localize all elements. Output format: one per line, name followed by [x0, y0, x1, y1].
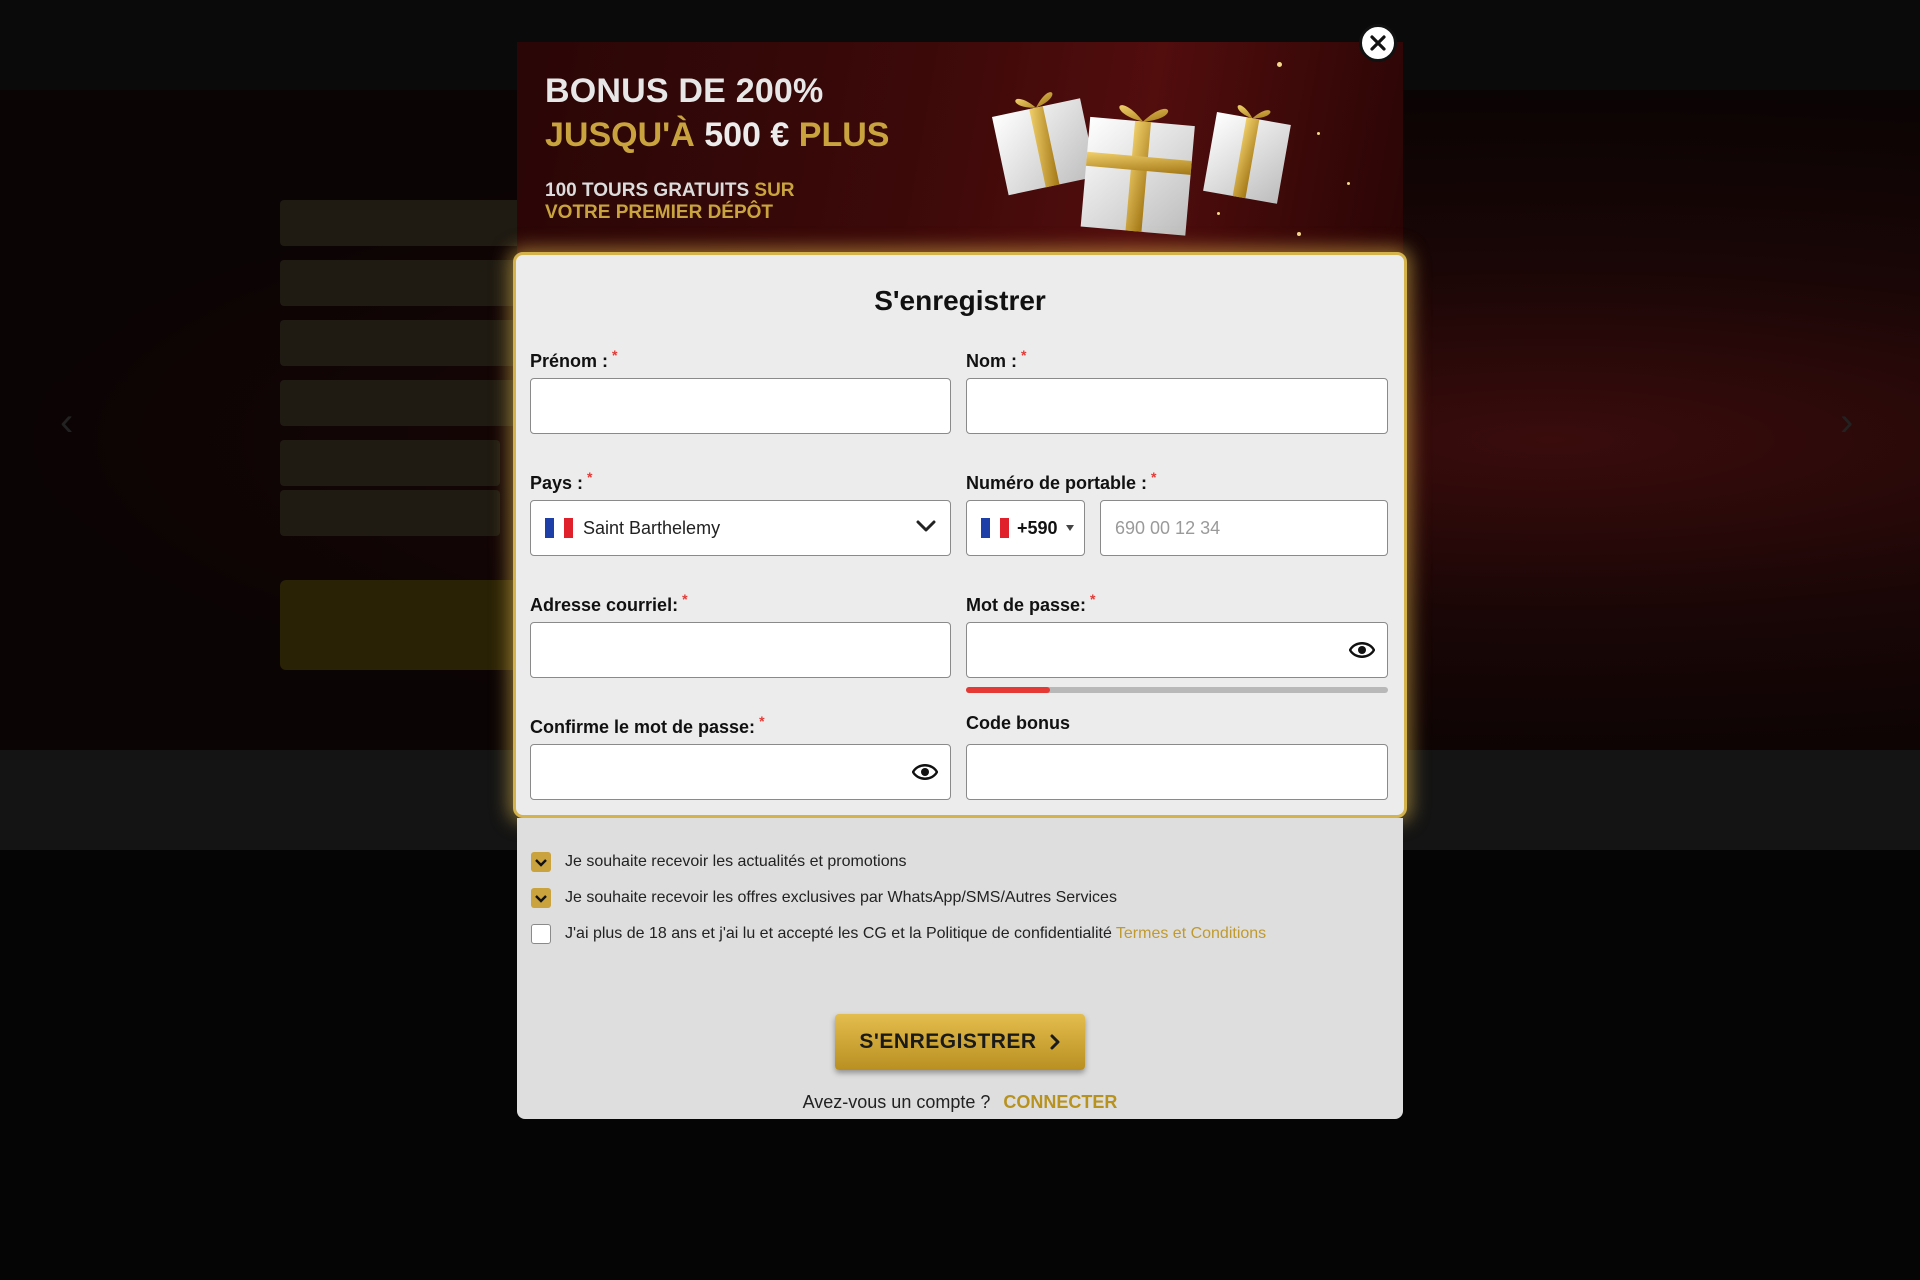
- required-mark: *: [1090, 591, 1096, 607]
- check-icon: [535, 859, 547, 867]
- banner-subline: 100 TOURS GRATUITS SUR: [545, 180, 795, 202]
- form-footer: Je souhaite recevoir les actualités et p…: [517, 818, 1403, 1119]
- phone-label: Numéro de portable : *: [966, 469, 1156, 494]
- label-text: Pays :: [530, 473, 584, 493]
- confirm-password-input[interactable]: [530, 744, 951, 800]
- background-text-line: [280, 320, 520, 366]
- email-label: Adresse courriel: *: [530, 591, 688, 616]
- banner-amount: 500 €: [704, 116, 790, 154]
- phone-code-value: +590: [1017, 517, 1058, 538]
- password-label: Mot de passe: *: [966, 591, 1095, 616]
- confirm-password-label: Confirme le mot de passe: *: [530, 713, 765, 738]
- checkbox-label: J'ai plus de 18 ans et j'ai lu et accept…: [565, 925, 1112, 942]
- phone-code-select[interactable]: +590: [966, 500, 1085, 556]
- terms-link[interactable]: Termes et Conditions: [1116, 925, 1266, 943]
- password-strength-fill: [966, 687, 1051, 693]
- background-text-line: [280, 440, 500, 486]
- email-input[interactable]: [530, 622, 951, 678]
- close-button[interactable]: [1359, 24, 1397, 62]
- show-password-icon[interactable]: [912, 762, 938, 782]
- banner-headline-2: JUSQU'À 500 € PLUS: [545, 116, 889, 155]
- login-prompt: Avez-vous un compte ? CONNECTER: [517, 1092, 1403, 1113]
- background-text-line: [280, 490, 500, 536]
- register-submit-button[interactable]: S'ENREGISTRER: [835, 1014, 1085, 1070]
- required-mark: *: [1021, 347, 1027, 363]
- label-text: Nom :: [966, 351, 1017, 371]
- caret-down-icon: [1066, 525, 1074, 531]
- show-password-icon[interactable]: [1349, 640, 1375, 660]
- france-flag-icon: [981, 518, 1009, 538]
- password-strength-bar: [966, 687, 1388, 693]
- register-form: S'enregistrer Prénom : * Nom : * Pays : * S…: [513, 252, 1407, 818]
- sparkle-icon: [1277, 62, 1282, 67]
- submit-label: S'ENREGISTRER: [859, 1030, 1037, 1053]
- account-question: Avez-vous un compte ?: [802, 1092, 991, 1112]
- required-mark: *: [1151, 469, 1157, 485]
- bonus-banner: BONUS DE 200% JUSQU'À 500 € PLUS 100 TOU…: [517, 42, 1403, 257]
- phone-input[interactable]: 690 00 12 34: [1100, 500, 1388, 556]
- banner-text: JUSQU'À: [545, 116, 695, 154]
- required-mark: *: [587, 469, 593, 485]
- label-text: Code bonus: [966, 713, 1070, 733]
- first-name-input[interactable]: [530, 378, 951, 434]
- required-mark: *: [682, 591, 688, 607]
- banner-headline: BONUS DE 200%: [545, 72, 824, 110]
- label-text: Numéro de portable :: [966, 473, 1148, 493]
- france-flag-icon: [545, 518, 573, 538]
- checkbox-unchecked[interactable]: [531, 924, 551, 944]
- country-select[interactable]: Saint Barthelemy: [530, 500, 951, 556]
- login-link[interactable]: CONNECTER: [1003, 1092, 1117, 1112]
- required-mark: *: [612, 347, 618, 363]
- sparkle-icon: [1317, 132, 1320, 135]
- register-modal: BONUS DE 200% JUSQU'À 500 € PLUS 100 TOU…: [513, 24, 1407, 1119]
- bonus-code-label: Code bonus: [966, 713, 1070, 734]
- required-mark: *: [759, 713, 765, 729]
- label-text: Mot de passe:: [966, 595, 1087, 615]
- chevron-down-icon: [916, 520, 936, 532]
- banner-subline-2: VOTRE PREMIER DÉPÔT: [545, 202, 774, 223]
- carousel-next-icon: ›: [1840, 400, 1854, 444]
- banner-text: PLUS: [798, 116, 890, 154]
- terms-checkbox-row[interactable]: J'ai plus de 18 ans et j'ai lu et accept…: [531, 924, 1266, 944]
- label-text: Adresse courriel:: [530, 595, 679, 615]
- chevron-right-icon: [1050, 1034, 1060, 1050]
- form-title: S'enregistrer: [874, 285, 1046, 316]
- first-name-label: Prénom : *: [530, 347, 617, 372]
- checkbox-checked[interactable]: [531, 888, 551, 908]
- carousel-prev-icon: ‹: [60, 400, 74, 444]
- sparkle-icon: [1217, 212, 1220, 215]
- sparkle-icon: [1347, 182, 1350, 185]
- sparkle-icon: [1297, 232, 1301, 236]
- last-name-label: Nom : *: [966, 347, 1026, 372]
- gift-boxes-icon: [992, 92, 1291, 236]
- check-icon: [535, 895, 547, 903]
- close-icon: [1370, 35, 1386, 51]
- checkbox-label: Je souhaite recevoir les actualités et p…: [565, 853, 907, 870]
- banner-text: SUR: [754, 180, 795, 201]
- label-text: Prénom :: [530, 351, 609, 371]
- background-text-line: [280, 260, 540, 306]
- bonus-code-input[interactable]: [966, 744, 1388, 800]
- password-input[interactable]: [966, 622, 1388, 678]
- label-text: Confirme le mot de passe:: [530, 717, 756, 737]
- banner-text: 100 TOURS GRATUITS: [545, 180, 750, 201]
- whatsapp-checkbox-row[interactable]: Je souhaite recevoir les offres exclusiv…: [531, 888, 1117, 908]
- background-text-line: [280, 380, 520, 426]
- last-name-input[interactable]: [966, 378, 1388, 434]
- checkbox-checked[interactable]: [531, 852, 551, 872]
- phone-placeholder: 690 00 12 34: [1115, 517, 1221, 538]
- country-label: Pays : *: [530, 469, 593, 494]
- checkbox-label: Je souhaite recevoir les offres exclusiv…: [565, 889, 1117, 906]
- newsletter-checkbox-row[interactable]: Je souhaite recevoir les actualités et p…: [531, 852, 907, 872]
- country-value: Saint Barthelemy: [583, 517, 721, 538]
